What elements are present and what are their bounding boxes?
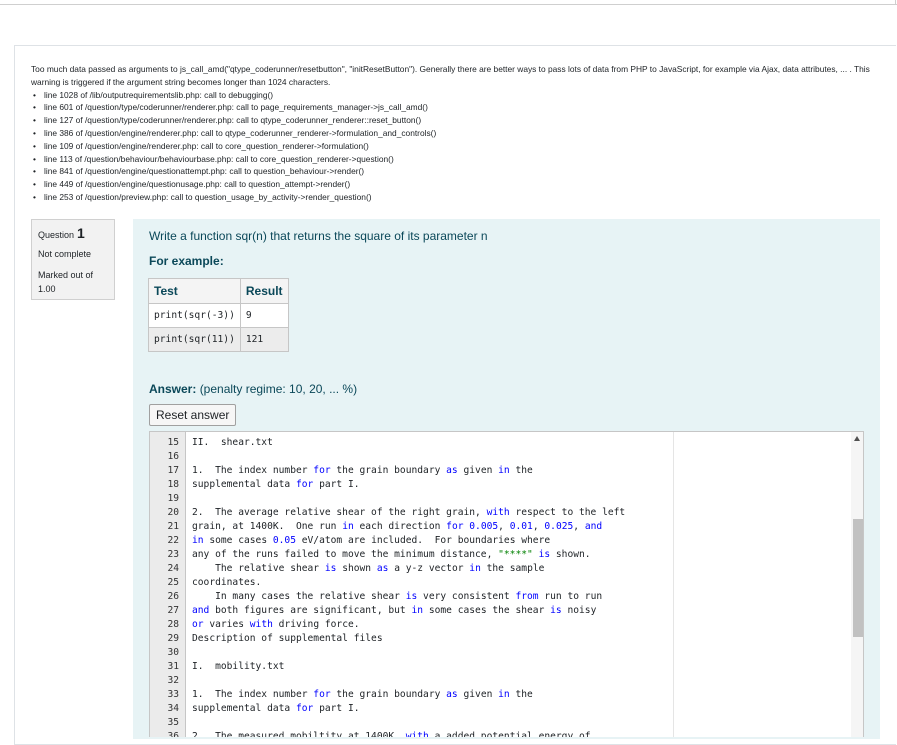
table-row: print(sqr(11)) 121 [148,327,289,352]
line-number: 34 [167,703,179,714]
grade-label: Marked out of [38,270,94,280]
line-number: 36 [167,731,179,737]
question-label: Question [38,230,75,240]
code-line[interactable] [192,646,625,660]
code-line[interactable]: 1. The index number for the grain bounda… [192,464,625,478]
code-line[interactable]: in some cases 0.05 eV/atom are included.… [192,534,625,548]
code-text[interactable]: II. shear.txt 1. The index number for th… [192,436,625,737]
scroll-up-icon[interactable] [854,436,860,441]
result-cell: 121 [239,327,289,352]
example-heading: For example: [149,254,224,268]
code-line[interactable] [192,674,625,688]
column-header-result: Result [239,278,289,304]
code-line[interactable] [192,450,625,464]
line-number: 27 [167,605,179,616]
line-number: 28 [167,619,179,630]
line-number: 20 [167,507,179,518]
code-line[interactable]: In many cases the relative shear is very… [192,590,625,604]
line-number: 31 [167,661,179,672]
question-info-panel: Question 1 Not complete Marked out of 1.… [31,219,115,300]
code-line[interactable]: any of the runs failed to move the minim… [192,548,625,562]
code-line[interactable] [192,716,625,730]
code-line[interactable]: II. shear.txt [192,436,625,450]
code-line[interactable]: supplemental data for part I. [192,478,625,492]
question-number: Question 1 [38,225,114,241]
top-divider-corner [895,0,896,5]
trace-item: line 109 of /question/engine/renderer.ph… [33,140,871,153]
test-cell: print(sqr(11)) [148,327,241,352]
code-line[interactable]: The relative shear is shown as a y-z vec… [192,562,625,576]
trace-item: line 127 of /question/type/coderunner/re… [33,114,871,127]
grade-value: 1.00 [38,284,56,294]
result-cell: 9 [239,303,289,328]
line-number: 15 [167,437,179,448]
code-line[interactable]: Description of supplemental files [192,632,625,646]
debug-trace-list: line 1028 of /lib/outputrequirementslib.… [31,89,871,204]
code-line[interactable]: grain, at 1400K. One run in each directi… [192,520,625,534]
code-line[interactable] [192,492,625,506]
line-number: 30 [167,647,179,658]
line-number: 16 [167,451,179,462]
trace-item: line 841 of /question/engine/questionatt… [33,165,871,178]
example-table: Test Result print(sqr(-3)) 9 print(sqr(1… [148,278,289,352]
reset-answer-button[interactable]: Reset answer [149,404,237,426]
line-number: 32 [167,675,179,686]
line-number: 19 [167,493,179,504]
scrollbar-thumb[interactable] [853,519,863,637]
code-line[interactable]: 2. The measured mobiltity at 1400K, with… [192,730,625,737]
code-line[interactable]: 2. The average relative shear of the rig… [192,506,625,520]
line-number: 17 [167,465,179,476]
top-divider [0,4,897,5]
line-number: 35 [167,717,179,728]
debug-notice: Too much data passed as arguments to js_… [31,63,871,204]
line-number: 18 [167,479,179,490]
trace-item: line 449 of /question/engine/questionusa… [33,178,871,191]
line-number: 21 [167,521,179,532]
table-header-row: Test Result [148,278,289,304]
trace-item: line 601 of /question/type/coderunner/re… [33,101,871,114]
penalty-regime: (penalty regime: 10, 20, ... %) [199,382,358,396]
column-header-test: Test [148,278,241,304]
code-line[interactable]: or varies with driving force. [192,618,625,632]
question-text: Write a function sqr(n) that returns the… [149,229,488,243]
trace-item: line 253 of /question/preview.php: call … [33,191,871,204]
trace-item: line 113 of /question/behaviour/behaviou… [33,153,871,166]
line-number: 23 [167,549,179,560]
editor-scrollbar[interactable] [851,432,863,737]
editor-gutter: 15 16 17 18 19 20 21 22 23 24 25 26 27 28 29 30 31 32 33 34… [150,432,186,737]
line-number: 24 [167,563,179,574]
answer-label: Answer: [149,382,197,396]
trace-item: line 1028 of /lib/outputrequirementslib.… [33,89,871,102]
answer-label-row: Answer: (penalty regime: 10, 20, ... %) [149,382,357,396]
editor-print-margin [673,432,674,737]
debug-message: Too much data passed as arguments to js_… [31,64,870,87]
code-line[interactable]: and both figures are significant, but in… [192,604,625,618]
test-cell: print(sqr(-3)) [148,303,241,328]
code-line[interactable]: coordinates. [192,576,625,590]
line-number: 26 [167,591,179,602]
code-line[interactable]: I. mobility.txt [192,660,625,674]
question-grade: Marked out of 1.00 [38,268,114,296]
line-number: 33 [167,689,179,700]
code-line[interactable]: supplemental data for part I. [192,702,625,716]
line-number: 22 [167,535,179,546]
line-number: 25 [167,577,179,588]
question-state: Not complete [38,249,92,259]
question-number-value: 1 [77,225,85,241]
line-number: 29 [167,633,179,644]
code-line[interactable]: 1. The index number for the grain bounda… [192,688,625,702]
trace-item: line 386 of /question/engine/renderer.ph… [33,127,871,140]
line-numbers: 15 16 17 18 19 20 21 22 23 24 25 26 27 28 29 30 31 32 33 34… [150,436,179,737]
table-row: print(sqr(-3)) 9 [148,303,289,328]
answer-code-editor[interactable]: 15 16 17 18 19 20 21 22 23 24 25 26 27 28 29 30 31 32 33 34… [149,431,864,737]
